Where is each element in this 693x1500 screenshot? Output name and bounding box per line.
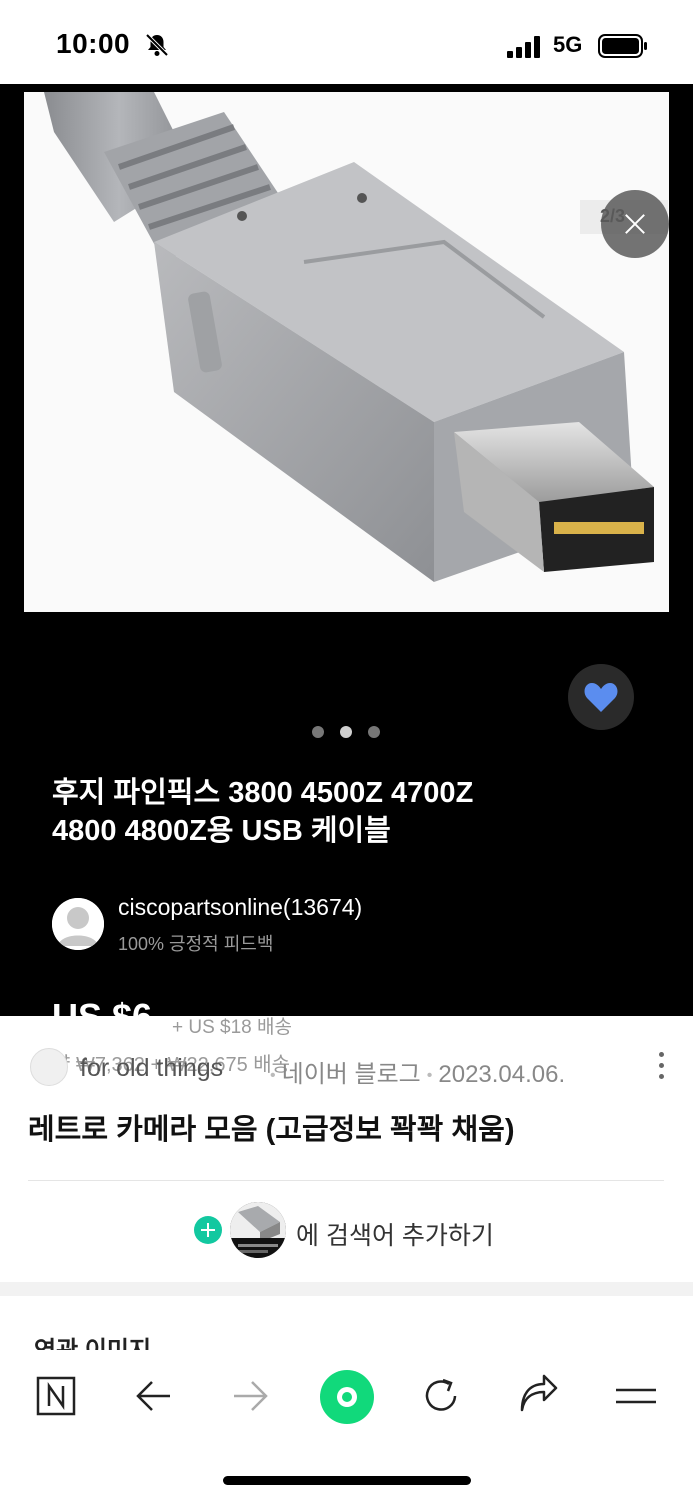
close-button[interactable] <box>601 190 669 258</box>
carousel-dots <box>310 726 390 740</box>
product-title-line: 4800 4800Z용 USB 케이블 <box>52 815 391 847</box>
user-avatar-icon <box>52 898 104 950</box>
plus-icon <box>194 1216 222 1244</box>
carousel-dot[interactable] <box>368 726 380 738</box>
divider <box>28 1180 664 1181</box>
refresh-button[interactable] <box>413 1366 469 1426</box>
blog-name[interactable]: for old things <box>80 1054 223 1083</box>
usb-cable-image <box>24 92 669 612</box>
product-image[interactable] <box>24 92 669 612</box>
status-time: 10:00 <box>56 28 131 59</box>
source-row[interactable]: for old things • 네이버 블로그 • 2023.04.06. <box>28 1046 668 1090</box>
status-bar: 10:00 5G <box>0 0 693 84</box>
image-viewer: 2/3 후지 파인픽스 3800 4500Z 4700Z 4800 4800Z용… <box>0 84 693 1076</box>
seller-avatar[interactable] <box>52 898 104 950</box>
product-title-line: 후지 파인픽스 3800 4500Z 4700Z <box>52 777 474 809</box>
menu-icon <box>616 1388 656 1404</box>
signal-icon <box>507 36 540 58</box>
battery-icon <box>598 34 647 58</box>
menu-button[interactable] <box>608 1366 664 1426</box>
network-label: 5G <box>553 32 583 57</box>
related-images-title: 연관 이미지 <box>34 1337 152 1352</box>
seller-feedback: 100% 긍정적 피드백 <box>118 934 274 954</box>
home-indicator <box>223 1476 471 1485</box>
blog-logo <box>30 1048 68 1086</box>
post-date: 2023.04.06. <box>438 1061 566 1088</box>
blog-platform: 네이버 블로그 <box>281 1061 421 1088</box>
shipping-cost: + US $18 배송 <box>172 1017 292 1038</box>
favorite-button[interactable] <box>568 664 634 730</box>
forward-arrow-icon <box>234 1381 268 1411</box>
back-button[interactable] <box>126 1366 182 1426</box>
naver-home-button[interactable] <box>28 1366 84 1426</box>
add-search-term-button[interactable]: 에 검색어 추가하기 <box>194 1200 534 1260</box>
naver-home-icon <box>36 1376 76 1416</box>
section-separator <box>0 1282 693 1296</box>
seller-name[interactable]: ciscopartsonline(13674) <box>118 894 362 921</box>
search-thumbnail <box>230 1202 286 1258</box>
share-icon <box>520 1374 558 1412</box>
more-options-button[interactable] <box>654 1050 668 1082</box>
blog-meta: • 네이버 블로그 • 2023.04.06. <box>270 1061 566 1088</box>
carousel-dot[interactable] <box>312 726 324 738</box>
refresh-icon <box>425 1378 457 1411</box>
carousel-dot-active[interactable] <box>340 726 352 738</box>
forward-button[interactable] <box>222 1366 278 1426</box>
product-price: US $6 <box>52 996 153 1037</box>
post-title[interactable]: 레트로 카메라 모음 (고급정보 꽉꽉 채움) <box>28 1106 514 1148</box>
bell-slash-icon <box>145 33 169 57</box>
product-title: 후지 파인픽스 3800 4500Z 4700Z 4800 4800Z용 USB… <box>52 774 612 850</box>
green-dot-button[interactable] <box>320 1370 374 1424</box>
heart-icon <box>584 683 618 712</box>
back-arrow-icon <box>136 1381 170 1411</box>
add-search-label: 에 검색어 추가하기 <box>296 1222 494 1250</box>
share-button[interactable] <box>510 1366 566 1426</box>
